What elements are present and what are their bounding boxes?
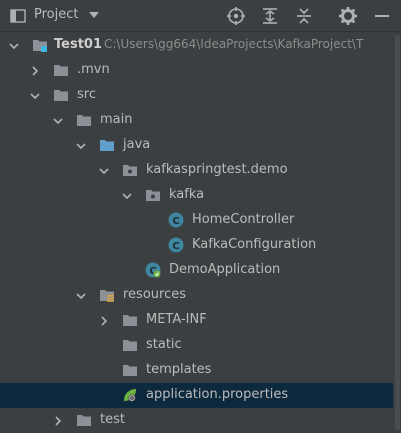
tree-row-homecontroller[interactable]: C HomeController xyxy=(0,208,393,233)
tree-item-label: Test01 xyxy=(54,37,103,52)
tree-item-label: application.properties xyxy=(146,387,289,402)
tree-row-demoapplication[interactable]: C DemoApplication xyxy=(0,258,393,283)
tree-item-label: src xyxy=(77,87,96,102)
tree-item-label: kafka xyxy=(169,187,205,202)
scrollbar-thumb[interactable] xyxy=(395,35,400,430)
tree-item-label: .mvn xyxy=(77,62,110,77)
gear-icon[interactable] xyxy=(338,6,358,26)
tree-item-label: main xyxy=(100,112,133,127)
folder-icon xyxy=(123,340,137,351)
tree-item-label: templates xyxy=(146,362,212,377)
tree-row-application-properties[interactable]: application.properties xyxy=(0,383,393,408)
chevron-down-icon[interactable] xyxy=(75,290,87,302)
java-class-icon: C xyxy=(168,212,184,228)
folder-icon xyxy=(54,65,68,76)
folder-icon xyxy=(54,90,68,101)
spring-boot-class-icon: C xyxy=(145,262,161,278)
project-path: C:\Users\gg664\IdeaProjects\KafkaProject… xyxy=(104,37,364,51)
source-folder-icon xyxy=(100,140,114,151)
resources-folder-icon xyxy=(100,290,114,302)
tree-item-label: java xyxy=(123,137,151,152)
chevron-right-icon[interactable] xyxy=(29,65,41,77)
chevron-down-icon[interactable] xyxy=(88,9,100,21)
tree-row-meta-inf[interactable]: META-INF xyxy=(0,308,393,333)
tree-row-static[interactable]: static xyxy=(0,333,393,358)
locate-icon[interactable] xyxy=(226,6,246,26)
panel-title[interactable]: Project xyxy=(34,7,78,22)
tree-row-main[interactable]: main xyxy=(0,108,393,133)
tree-row-src[interactable]: src xyxy=(0,83,393,108)
tree-row-templates[interactable]: templates xyxy=(0,358,393,383)
tree-row-resources[interactable]: resources xyxy=(0,283,393,308)
tree-item-label: kafkaspringtest.demo xyxy=(146,162,288,177)
vertical-scrollbar[interactable] xyxy=(394,33,401,432)
tree-item-label: resources xyxy=(123,287,187,302)
tree-row-java[interactable]: java xyxy=(0,133,393,158)
tree-item-label: KafkaConfiguration xyxy=(192,237,317,252)
svg-text:C: C xyxy=(172,241,179,252)
folder-icon xyxy=(123,365,137,376)
folder-icon xyxy=(123,315,137,326)
chevron-down-icon[interactable] xyxy=(52,115,64,127)
svg-text:C: C xyxy=(172,216,179,227)
chevron-right-icon[interactable] xyxy=(52,415,64,427)
tree-item-label: HomeController xyxy=(192,212,295,227)
folder-icon xyxy=(77,415,91,426)
chevron-down-icon[interactable] xyxy=(121,190,133,202)
project-tree: Test01 C:\Users\gg664\IdeaProjects\Kafka… xyxy=(0,33,401,432)
folder-icon xyxy=(77,115,91,126)
chevron-down-icon[interactable] xyxy=(98,165,110,177)
tree-row-test[interactable]: test xyxy=(0,408,393,433)
tree-row-test01[interactable]: Test01 C:\Users\gg664\IdeaProjects\Kafka… xyxy=(0,33,393,58)
tree-item-label: test xyxy=(100,412,125,427)
tree-item-label: static xyxy=(146,337,182,352)
tree-row-package-demo[interactable]: kafkaspringtest.demo xyxy=(0,158,393,183)
module-folder-icon xyxy=(33,40,47,52)
tree-row-mvn[interactable]: .mvn xyxy=(0,58,393,83)
chevron-right-icon[interactable] xyxy=(98,315,110,327)
project-toolbar: Project xyxy=(0,0,401,32)
collapse-all-icon[interactable] xyxy=(294,6,314,26)
tree-row-package-kafka[interactable]: kafka xyxy=(0,183,393,208)
chevron-down-icon[interactable] xyxy=(75,140,87,152)
expand-all-icon[interactable] xyxy=(260,6,280,26)
spring-properties-icon xyxy=(124,389,136,402)
package-icon xyxy=(123,165,137,176)
tree-row-kafkaconfiguration[interactable]: C KafkaConfiguration xyxy=(0,233,393,258)
tree-item-label: DemoApplication xyxy=(169,262,281,277)
chevron-down-icon[interactable] xyxy=(8,40,20,52)
chevron-down-icon[interactable] xyxy=(29,90,41,102)
java-class-icon: C xyxy=(168,237,184,253)
project-view-icon xyxy=(10,9,26,23)
minimize-icon[interactable] xyxy=(372,6,392,26)
package-icon xyxy=(146,190,160,201)
tree-item-label: META-INF xyxy=(146,312,207,327)
